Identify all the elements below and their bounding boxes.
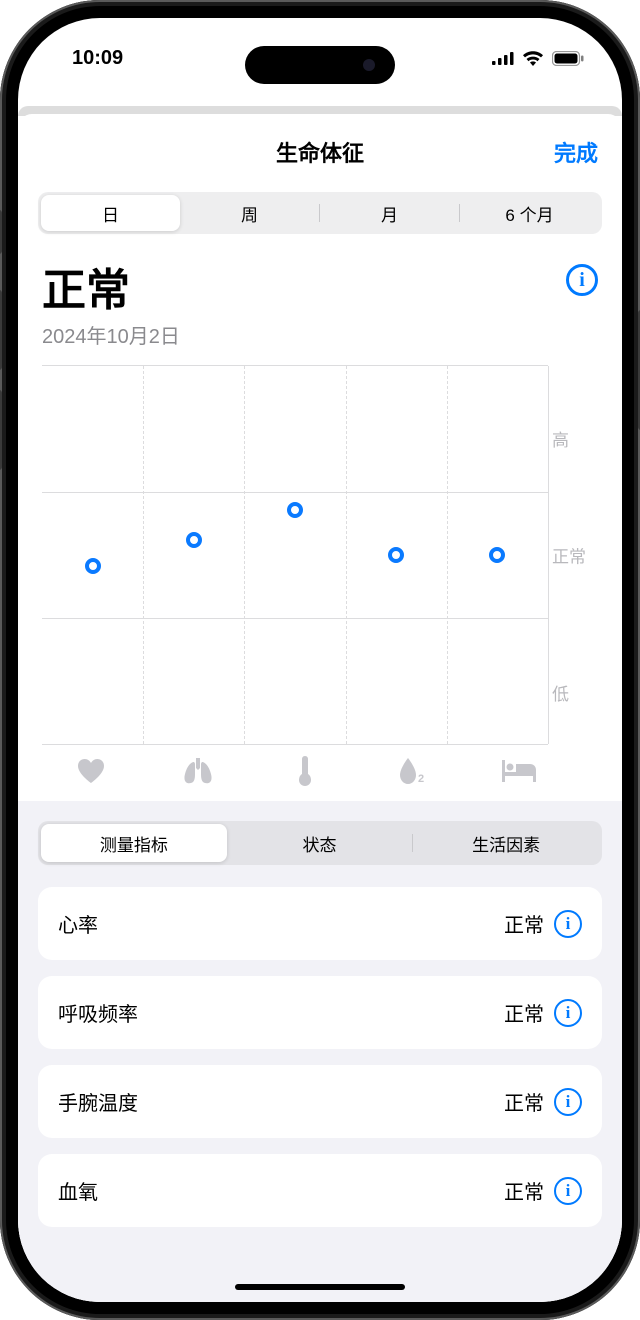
thermometer-icon xyxy=(288,757,322,785)
done-button[interactable]: 完成 xyxy=(554,136,598,168)
lower-section: 测量指标 状态 生活因素 心率 正常 i 呼吸频率 正常 i xyxy=(18,801,622,1302)
screen: 10:09 生命体征 完成 日 周 xyxy=(18,18,622,1302)
metric-name: 血氧 xyxy=(58,1176,98,1205)
silent-switch xyxy=(0,210,2,254)
chart-gridline xyxy=(447,366,448,744)
metric-right: 正常 i xyxy=(504,1176,582,1205)
metric-row-blood-oxygen[interactable]: 血氧 正常 i xyxy=(38,1154,602,1227)
segment-day[interactable]: 日 xyxy=(41,195,180,231)
oxygen-icon: 2 xyxy=(395,757,429,785)
page-title: 生命体征 xyxy=(276,136,364,168)
chart-gridline xyxy=(143,366,144,744)
time-range-segmented[interactable]: 日 周 月 6 个月 xyxy=(38,192,602,234)
volume-up-button xyxy=(0,290,2,370)
metric-name: 呼吸频率 xyxy=(58,998,138,1027)
volume-down-button xyxy=(0,390,2,470)
chart-gridline xyxy=(42,618,548,619)
y-axis-low: 低 xyxy=(552,680,598,705)
segment-metrics[interactable]: 测量指标 xyxy=(41,824,227,862)
metric-status: 正常 xyxy=(504,998,544,1027)
segment-week[interactable]: 周 xyxy=(180,195,319,231)
info-icon[interactable]: i xyxy=(554,999,582,1027)
chart-grid: 高 正常 低 xyxy=(42,365,548,745)
status-block: 正常 2024年10月2日 i xyxy=(18,234,622,355)
metric-right: 正常 i xyxy=(504,909,582,938)
status-label: 正常 xyxy=(42,254,598,318)
segment-lifestyle[interactable]: 生活因素 xyxy=(413,824,599,862)
metric-name: 手腕温度 xyxy=(58,1087,138,1116)
status-right xyxy=(492,50,584,66)
info-button[interactable]: i xyxy=(566,264,598,296)
chart-gridline xyxy=(42,492,548,493)
chart-point[interactable] xyxy=(388,547,404,563)
lungs-icon xyxy=(181,757,215,785)
battery-icon xyxy=(552,51,584,66)
chart-point[interactable] xyxy=(85,558,101,574)
metric-status: 正常 xyxy=(504,909,544,938)
info-icon[interactable]: i xyxy=(554,910,582,938)
chart-gridline xyxy=(244,366,245,744)
metric-status: 正常 xyxy=(504,1176,544,1205)
metric-status: 正常 xyxy=(504,1087,544,1116)
segment-status[interactable]: 状态 xyxy=(227,824,413,862)
chart-point[interactable] xyxy=(287,502,303,518)
y-axis-normal: 正常 xyxy=(552,543,598,568)
sheet: 生命体征 完成 日 周 月 6 个月 正常 2024年10月2日 i xyxy=(18,114,622,1302)
heart-icon xyxy=(74,757,108,785)
metric-row-respiratory-rate[interactable]: 呼吸频率 正常 i xyxy=(38,976,602,1049)
sheet-header: 生命体征 完成 xyxy=(18,114,622,186)
info-icon[interactable]: i xyxy=(554,1177,582,1205)
info-icon[interactable]: i xyxy=(554,1088,582,1116)
chart-x-icons: 2 xyxy=(38,757,572,785)
chart-point[interactable] xyxy=(489,547,505,563)
dynamic-island xyxy=(245,46,395,84)
y-axis-high: 高 xyxy=(552,426,598,451)
device-frame: 10:09 生命体征 完成 日 周 xyxy=(0,0,640,1320)
signal-icon xyxy=(492,51,514,65)
home-indicator[interactable] xyxy=(235,1284,405,1290)
wifi-icon xyxy=(522,50,544,66)
vitals-chart[interactable]: 高 正常 低 xyxy=(42,365,598,745)
metric-row-wrist-temperature[interactable]: 手腕温度 正常 i xyxy=(38,1065,602,1138)
metric-right: 正常 i xyxy=(504,1087,582,1116)
chart-gridline xyxy=(346,366,347,744)
chart-gridline xyxy=(548,366,549,744)
segment-month[interactable]: 月 xyxy=(320,195,459,231)
metrics-segmented[interactable]: 测量指标 状态 生活因素 xyxy=(38,821,602,865)
metric-name: 心率 xyxy=(58,909,98,938)
metric-right: 正常 i xyxy=(504,998,582,1027)
svg-text:2: 2 xyxy=(418,773,424,784)
metric-row-heart-rate[interactable]: 心率 正常 i xyxy=(38,887,602,960)
segment-6month[interactable]: 6 个月 xyxy=(460,195,599,231)
status-time: 10:09 xyxy=(72,47,123,70)
bed-icon xyxy=(502,757,536,785)
chart-point[interactable] xyxy=(186,532,202,548)
status-date: 2024年10月2日 xyxy=(42,320,598,349)
